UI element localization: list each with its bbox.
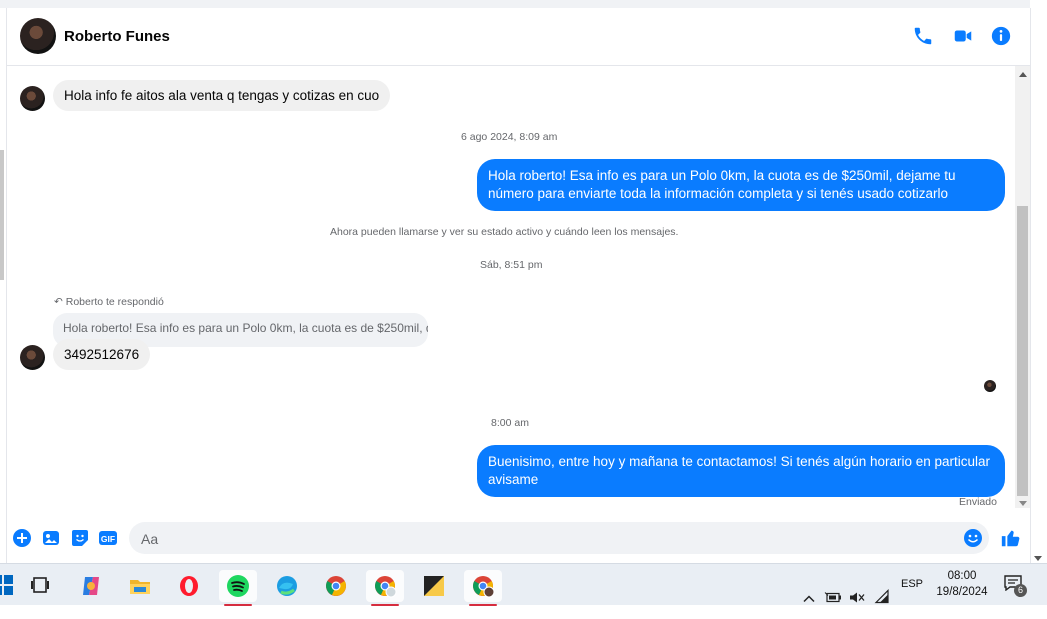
timestamp: 6 ago 2024, 8:09 am <box>461 131 558 143</box>
opera-icon <box>180 576 198 596</box>
start-button[interactable] <box>0 570 16 602</box>
chrome-icon <box>326 576 346 596</box>
composer: GIF <box>7 519 1030 559</box>
file-explorer-button[interactable] <box>121 570 159 602</box>
chrome-profile-icon <box>375 576 397 598</box>
sticky-notes-button[interactable] <box>415 570 453 602</box>
chrome-profile-2-icon <box>473 576 495 598</box>
reply-indicator: ↶ Roberto te respondió <box>54 296 164 308</box>
outer-scrollbar[interactable] <box>1030 0 1047 563</box>
contact-name[interactable]: Roberto Funes <box>64 28 170 45</box>
chat-window: Roberto Funes Hola info fe aitos ala ven… <box>6 8 1031 563</box>
volume-muted-icon[interactable] <box>848 577 866 618</box>
message-status: Enviado <box>959 496 997 508</box>
windows-taskbar: ESP 08:00 19/8/2024 6 <box>0 563 1047 606</box>
edge-button[interactable] <box>268 570 306 602</box>
chat-header: Roberto Funes <box>7 8 1030 66</box>
reply-label-text: Roberto te respondió <box>65 296 164 308</box>
incoming-message[interactable]: 3492512676 <box>53 339 151 370</box>
left-scroll-edge <box>0 150 4 280</box>
message-input[interactable] <box>139 527 953 551</box>
outgoing-message[interactable]: Buenisimo, entre hoy y mañana te contact… <box>477 445 1005 497</box>
system-clock[interactable]: 08:00 19/8/2024 <box>920 568 1004 600</box>
video-icon[interactable] <box>952 25 974 47</box>
opera-button[interactable] <box>170 570 208 602</box>
info-icon[interactable] <box>990 25 1012 47</box>
incoming-message[interactable]: Hola info fe aitos ala venta q tengas y … <box>53 80 391 111</box>
gif-icon[interactable]: GIF <box>98 528 118 548</box>
chrome-button[interactable] <box>317 570 355 602</box>
windows-icon <box>0 575 13 595</box>
plus-icon[interactable] <box>12 528 32 548</box>
image-icon[interactable] <box>41 528 61 548</box>
reply-arrow-icon: ↶ <box>54 296 63 308</box>
notification-center-button[interactable]: 6 <box>1004 573 1030 597</box>
chevron-up-icon[interactable] <box>802 578 816 619</box>
file-explorer-icon <box>130 580 150 594</box>
chrome-profile-2-button[interactable] <box>464 570 502 606</box>
sticky-notes-icon <box>424 576 444 596</box>
wifi-icon[interactable] <box>874 576 892 617</box>
message-avatar[interactable] <box>20 86 45 111</box>
privacy-notice: Ahora pueden llamarse y ver su estado ac… <box>330 226 679 238</box>
notification-count: 6 <box>1014 584 1027 597</box>
spotify-button[interactable] <box>219 570 257 606</box>
gif-label: GIF <box>101 534 115 544</box>
chrome-profile-button[interactable] <box>366 570 404 606</box>
message-avatar[interactable] <box>20 345 45 370</box>
message-input-wrapper[interactable] <box>129 522 989 554</box>
outgoing-message[interactable]: Hola roberto! Esa info es para un Polo 0… <box>477 159 1005 211</box>
copilot-button[interactable] <box>72 570 110 602</box>
phone-icon[interactable] <box>912 25 934 47</box>
seen-avatar <box>984 380 996 392</box>
scroll-down-arrow[interactable] <box>1019 501 1027 506</box>
chat-scrollbar[interactable] <box>1015 66 1030 508</box>
like-icon[interactable] <box>1000 527 1022 549</box>
emoji-icon[interactable] <box>963 528 983 548</box>
scroll-up-arrow[interactable] <box>1019 72 1027 77</box>
task-view-icon <box>31 577 49 593</box>
battery-icon[interactable] <box>824 577 842 618</box>
sticker-icon[interactable] <box>70 528 90 548</box>
active-indicator <box>469 604 497 606</box>
active-indicator <box>371 604 399 606</box>
scrollbar-thumb[interactable] <box>1017 206 1028 496</box>
clock-time: 08:00 <box>947 570 977 582</box>
task-view-button[interactable] <box>22 570 60 602</box>
timestamp: 8:00 am <box>491 417 529 429</box>
active-indicator <box>224 604 252 606</box>
spotify-icon <box>227 575 249 597</box>
timestamp: Sáb, 8:51 pm <box>480 259 543 271</box>
top-strip <box>0 0 1047 8</box>
clock-date: 19/8/2024 <box>936 586 988 598</box>
copilot-icon <box>83 577 99 595</box>
contact-avatar[interactable] <box>20 18 56 54</box>
edge-icon <box>277 576 297 596</box>
